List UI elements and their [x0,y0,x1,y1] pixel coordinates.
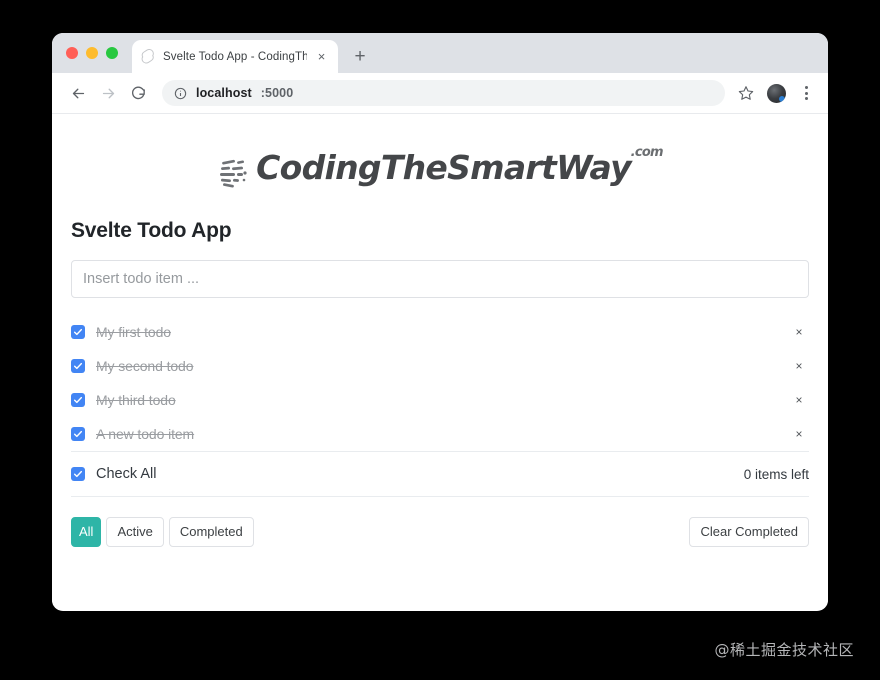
browser-toolbar: localhost :5000 [52,73,828,114]
back-button[interactable] [63,78,93,108]
svelte-icon [141,49,156,64]
page-title: Svelte Todo App [71,219,232,242]
todo-checkbox[interactable] [71,393,85,407]
maximize-window-button[interactable] [106,47,118,59]
site-logo: CodingTheSmartWay .com [52,114,828,194]
forward-button[interactable] [93,78,123,108]
browser-menu-button[interactable] [795,80,817,106]
delete-todo-icon[interactable]: × [789,394,809,406]
info-icon[interactable] [173,86,187,100]
browser-tab-strip: Svelte Todo App - CodingTheS × + [52,33,828,73]
site-logo-text: CodingTheSmartWay .com [256,146,664,187]
browser-window: Svelte Todo App - CodingTheS × + localho… [52,33,828,611]
filter-button-group: All Active Completed [71,517,689,547]
todo-list-item: My second todo × [71,349,809,383]
clear-completed-button[interactable]: Clear Completed [689,517,809,547]
close-window-button[interactable] [66,47,78,59]
address-bar-host: localhost [196,86,252,100]
new-tab-button[interactable]: + [346,42,374,70]
todo-label: My first todo [96,324,171,340]
todo-label: A new todo item [96,426,195,442]
todo-list-item: My third todo × [71,383,809,417]
site-logo-tld: .com [630,145,664,160]
speedlines-icon [219,157,249,189]
todo-app: Svelte Todo App My first todo × My secon… [52,219,828,547]
items-left-counter: 0 items left [743,466,809,482]
close-icon[interactable]: × [314,49,329,64]
reload-button[interactable] [123,78,153,108]
todo-input[interactable] [71,260,809,298]
site-logo-wordmark: CodingTheSmartWay [256,148,632,187]
todo-checkbox[interactable] [71,359,85,373]
address-bar[interactable]: localhost :5000 [162,80,725,106]
todo-list-item: A new todo item × [71,417,809,451]
check-all-label: Check All [96,466,157,482]
delete-todo-icon[interactable]: × [789,326,809,338]
page-content: CodingTheSmartWay .com Svelte Todo App M… [52,114,828,610]
todo-checkbox[interactable] [71,325,85,339]
todo-label: My third todo [96,392,176,408]
bookmark-star-icon[interactable] [732,79,760,107]
todo-label: My second todo [96,358,194,374]
address-bar-port: :5000 [260,86,294,100]
check-all-checkbox[interactable] [71,467,85,481]
browser-tab[interactable]: Svelte Todo App - CodingTheS × [132,40,338,73]
todo-list: My first todo × My second todo × My thir… [71,315,809,451]
filter-all-button[interactable]: All [71,517,102,547]
todo-checkbox[interactable] [71,427,85,441]
minimize-window-button[interactable] [86,47,98,59]
filters-row: All Active Completed Clear Completed [71,517,809,547]
filter-completed-button[interactable]: Completed [168,517,254,547]
window-traffic-lights [66,47,118,59]
browser-tab-title: Svelte Todo App - CodingTheS [163,50,307,63]
filter-active-button[interactable]: Active [106,517,164,547]
todo-list-item: My first todo × [71,315,809,349]
avatar[interactable] [767,83,786,103]
divider-bottom [71,496,809,497]
delete-todo-icon[interactable]: × [789,360,809,372]
watermark: @稀土掘金技术社区 [714,641,854,659]
delete-todo-icon[interactable]: × [789,428,809,440]
check-all-row: Check All 0 items left [71,452,809,496]
